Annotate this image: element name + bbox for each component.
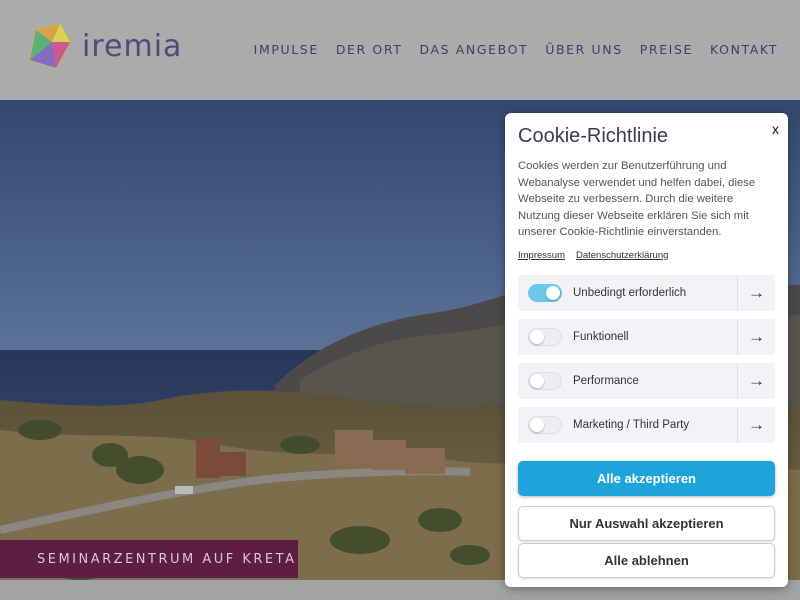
reject-all-button[interactable]: Alle ablehnen	[518, 542, 775, 578]
nav-der-ort[interactable]: DER ORT	[336, 42, 403, 57]
hero-caption: SEMINARZENTRUM AUF KRETA	[0, 540, 298, 578]
close-icon[interactable]: x	[772, 121, 779, 137]
toggle-performance[interactable]	[528, 371, 562, 390]
cookie-description: Cookies werden zur Benutzerführung und W…	[518, 160, 756, 238]
cookie-dialog: x Cookie-Richtlinie Cookies werden zur B…	[505, 113, 788, 587]
toggle-marketing[interactable]	[528, 415, 562, 434]
impressum-link[interactable]: Impressum	[518, 250, 565, 261]
cookie-categories: Unbedingt erforderlich → Funktionell → P…	[518, 274, 775, 443]
arrow-right-icon[interactable]: →	[737, 406, 775, 443]
toggle-knob	[530, 417, 544, 432]
toggle-functional[interactable]	[528, 327, 562, 346]
accept-selection-button[interactable]: Nur Auswahl akzeptieren	[518, 505, 775, 541]
nav-das-angebot[interactable]: DAS ANGEBOT	[419, 42, 528, 57]
category-label: Marketing / Third Party	[573, 418, 690, 431]
toggle-knob	[546, 285, 560, 300]
privacy-link[interactable]: Datenschutzerklärung	[576, 250, 668, 261]
hero-caption-text: SEMINARZENTRUM AUF KRETA	[37, 551, 297, 567]
toggle-necessary[interactable]	[528, 283, 562, 302]
category-functional: Funktionell →	[518, 318, 775, 355]
category-performance: Performance →	[518, 362, 775, 399]
logo[interactable]: iremia	[22, 20, 182, 72]
category-necessary: Unbedingt erforderlich →	[518, 274, 775, 311]
nav-ueber-uns[interactable]: ÜBER UNS	[545, 42, 623, 57]
logo-mark-icon	[29, 23, 71, 69]
category-marketing: Marketing / Third Party →	[518, 406, 775, 443]
category-label: Performance	[573, 374, 639, 387]
logo-text: iremia	[82, 28, 183, 64]
arrow-right-icon[interactable]: →	[737, 362, 775, 399]
cookie-title: Cookie-Richtlinie	[518, 125, 669, 147]
site-header: iremia IMPULSE DER ORT DAS ANGEBOT ÜBER …	[0, 0, 800, 100]
arrow-right-icon[interactable]: →	[737, 274, 775, 311]
toggle-knob	[530, 329, 544, 344]
cookie-links: Impressum Datenschutzerklärung	[518, 250, 775, 261]
nav-preise[interactable]: PREISE	[640, 42, 693, 57]
category-label: Unbedingt erforderlich	[573, 286, 687, 299]
arrow-right-icon[interactable]: →	[737, 318, 775, 355]
toggle-knob	[530, 373, 544, 388]
nav-impulse[interactable]: IMPULSE	[254, 42, 319, 57]
accept-all-button[interactable]: Alle akzeptieren	[518, 460, 775, 496]
main-nav: IMPULSE DER ORT DAS ANGEBOT ÜBER UNS PRE…	[254, 42, 778, 57]
nav-kontakt[interactable]: KONTAKT	[710, 42, 778, 57]
category-label: Funktionell	[573, 330, 629, 343]
